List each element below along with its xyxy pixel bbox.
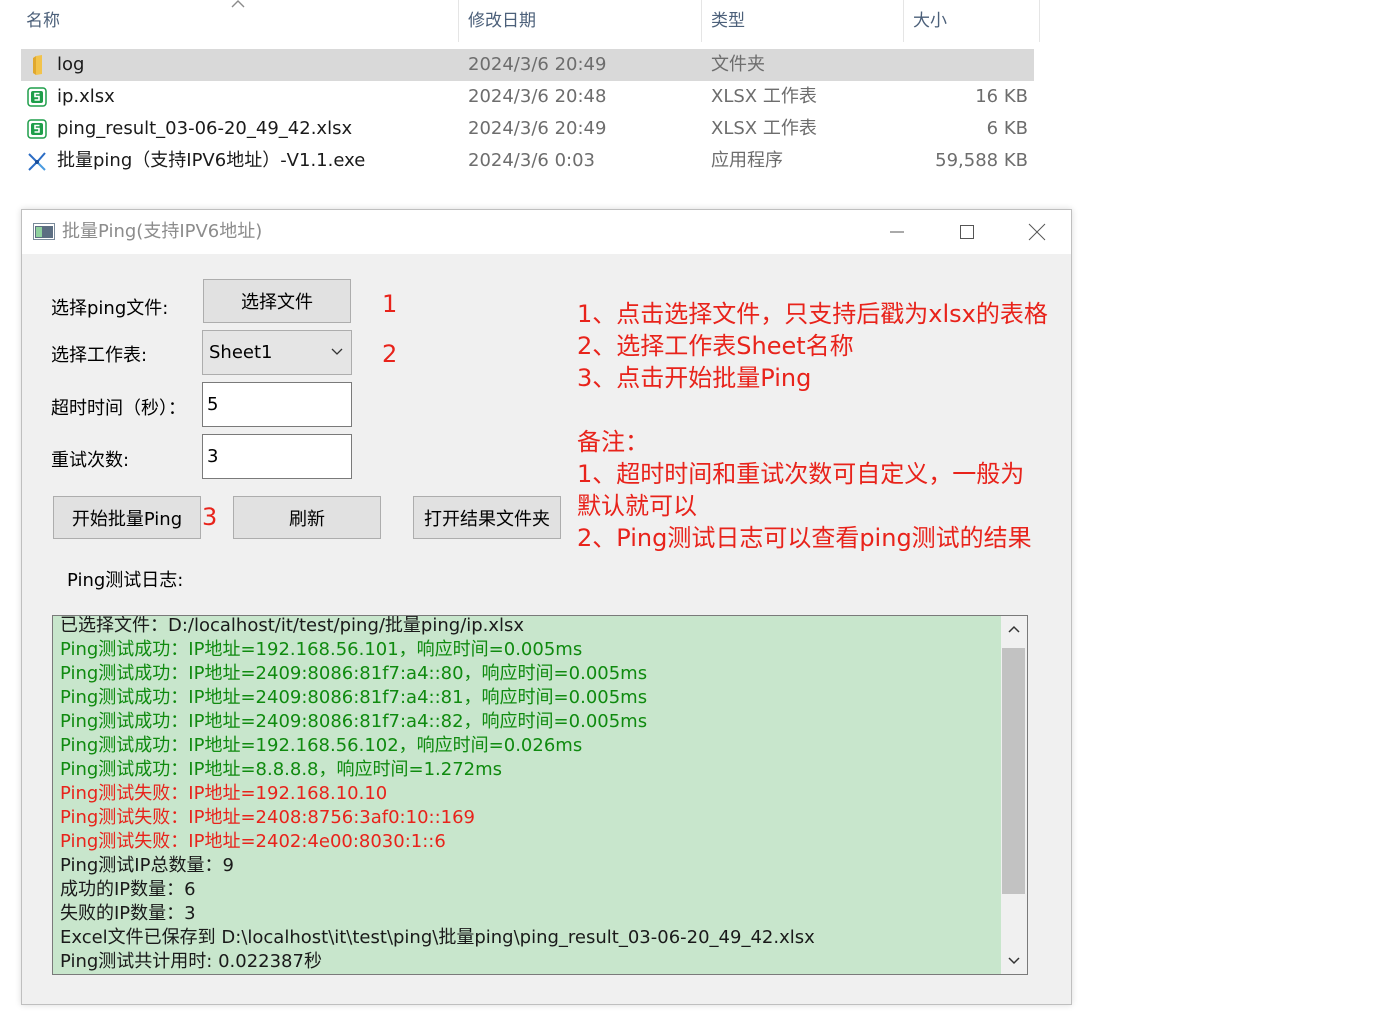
file-name: ip.xlsx xyxy=(57,86,115,107)
retry-input[interactable]: 3 xyxy=(202,434,352,479)
chevron-down-icon xyxy=(331,348,343,355)
column-header-date[interactable]: 修改日期 xyxy=(462,0,700,42)
column-divider[interactable] xyxy=(701,0,702,42)
file-row-log[interactable]: log 2024/3/6 20:49 文件夹 xyxy=(21,49,1034,81)
select-file-button[interactable]: 选择文件 xyxy=(203,279,351,323)
column-divider[interactable] xyxy=(903,0,904,42)
ping-log-lines: 已选择文件：D:/localhost/it/test/ping/批量ping/i… xyxy=(60,615,990,974)
log-line: 失败的IP数量：3 xyxy=(60,903,196,924)
log-line: Ping测试共计用时: 0.022387秒 xyxy=(60,951,322,972)
chevron-up-icon xyxy=(1008,625,1020,633)
close-icon xyxy=(1028,223,1046,241)
log-line: Ping测试失败：IP地址=192.168.10.10 xyxy=(60,783,388,804)
maximize-icon xyxy=(960,225,974,239)
scroll-down-button[interactable] xyxy=(1001,948,1027,974)
log-line: Ping测试失败：IP地址=2402:4e00:8030:1::6 xyxy=(60,831,446,852)
spreadsheet-icon xyxy=(27,87,47,107)
folder-icon xyxy=(33,55,42,75)
spreadsheet-icon xyxy=(27,119,47,139)
timeout-label: 超时时间（秒）： xyxy=(51,398,186,419)
sheet-select-value: Sheet1 xyxy=(209,342,273,363)
log-line: Ping测试成功：IP地址=2409:8086:81f7:a4::80，响应时间… xyxy=(60,663,648,684)
timeout-input[interactable]: 5 xyxy=(202,382,352,427)
file-explorer: 名称 修改日期 类型 大小 log 2024/3/6 20:49 文件夹 ip.… xyxy=(0,0,1040,180)
exe-icon xyxy=(28,152,46,171)
note-line: 3、点击开始批量Ping xyxy=(577,364,812,392)
retry-value: 3 xyxy=(207,446,219,467)
file-date: 2024/3/6 20:49 xyxy=(468,118,607,139)
column-divider[interactable] xyxy=(1039,0,1040,42)
window-title: 批量Ping(支持IPV6地址) xyxy=(62,221,263,242)
file-size: 16 KB xyxy=(975,86,1028,107)
ping-log-label: Ping测试日志: xyxy=(67,570,184,591)
file-date: 2024/3/6 20:49 xyxy=(468,54,607,75)
log-line: Excel文件已保存到 D:\localhost\it\test\ping\批量… xyxy=(60,927,815,948)
log-line: 成功的IP数量：6 xyxy=(60,879,196,900)
start-batch-ping-button[interactable]: 开始批量Ping xyxy=(53,496,201,539)
column-header-type[interactable]: 类型 xyxy=(705,0,902,42)
scroll-up-button[interactable] xyxy=(1001,616,1027,642)
log-scrollbar[interactable] xyxy=(1001,616,1027,974)
close-button[interactable] xyxy=(1002,210,1072,254)
file-row-ping-result[interactable]: ping_result_03-06-20_49_42.xlsx 2024/3/6… xyxy=(21,113,1034,145)
file-type: XLSX 工作表 xyxy=(711,86,817,107)
note-line: 备注： xyxy=(577,428,649,456)
ping-log-textarea[interactable]: 已选择文件：D:/localhost/it/test/ping/批量ping/i… xyxy=(52,615,1028,975)
log-line: Ping测试成功：IP地址=192.168.56.101，响应时间=0.005m… xyxy=(60,639,583,660)
file-type: 文件夹 xyxy=(711,54,765,75)
log-line: Ping测试成功：IP地址=192.168.56.102，响应时间=0.026m… xyxy=(60,735,583,756)
file-type: XLSX 工作表 xyxy=(711,118,817,139)
log-line: Ping测试成功：IP地址=8.8.8.8，响应时间=1.272ms xyxy=(60,759,503,780)
step-number: 2 xyxy=(382,340,398,368)
retry-label: 重试次数: xyxy=(51,450,130,471)
file-size: 6 KB xyxy=(986,118,1028,139)
select-file-label: 选择ping文件: xyxy=(51,298,169,319)
column-header-name[interactable]: 名称 xyxy=(20,0,457,42)
select-sheet-label: 选择工作表: xyxy=(51,345,148,366)
maximize-button[interactable] xyxy=(932,210,1002,254)
minimize-button[interactable] xyxy=(862,210,932,254)
batch-ping-window: 批量Ping(支持IPV6地址) 选择ping文件: 选择文件 1 选择工作表:… xyxy=(21,209,1072,1005)
timeout-value: 5 xyxy=(207,394,219,415)
log-line: Ping测试IP总数量：9 xyxy=(60,855,234,876)
sheet-select[interactable]: Sheet1 xyxy=(202,330,352,375)
open-result-folder-button[interactable]: 打开结果文件夹 xyxy=(413,496,561,539)
file-name: log xyxy=(57,54,85,75)
step-number: 1 xyxy=(382,290,398,318)
file-date: 2024/3/6 0:03 xyxy=(468,150,595,171)
file-name: ping_result_03-06-20_49_42.xlsx xyxy=(57,118,353,139)
file-size: 59,588 KB xyxy=(935,150,1028,171)
note-line: 默认就可以 xyxy=(577,492,697,520)
log-line: Ping测试成功：IP地址=2409:8086:81f7:a4::81，响应时间… xyxy=(60,687,648,708)
title-bar[interactable]: 批量Ping(支持IPV6地址) xyxy=(22,210,1071,254)
note-line: 2、Ping测试日志可以查看ping测试的结果 xyxy=(577,524,1032,552)
file-type: 应用程序 xyxy=(711,150,783,171)
column-header-size[interactable]: 大小 xyxy=(907,0,1037,42)
file-name: 批量ping（支持IPV6地址）-V1.1.exe xyxy=(57,150,366,171)
app-window-icon xyxy=(33,223,55,240)
file-row-exe[interactable]: 批量ping（支持IPV6地址）-V1.1.exe 2024/3/6 0:03 … xyxy=(21,145,1034,177)
note-line: 1、点击选择文件，只支持后戳为xlsx的表格 xyxy=(577,300,1048,328)
note-spacer xyxy=(577,394,1057,426)
column-divider[interactable] xyxy=(458,0,459,42)
step-number: 3 xyxy=(202,503,218,531)
note-line: 2、选择工作表Sheet名称 xyxy=(577,332,854,360)
note-line: 1、超时时间和重试次数可自定义，一般为 xyxy=(577,460,1025,488)
log-line: 已选择文件：D:/localhost/it/test/ping/批量ping/i… xyxy=(60,615,525,636)
instructions-note: 1、点击选择文件，只支持后戳为xlsx的表格 2、选择工作表Sheet名称 3、… xyxy=(577,298,1057,554)
minimize-icon xyxy=(890,231,904,233)
file-row-ip-xlsx[interactable]: ip.xlsx 2024/3/6 20:48 XLSX 工作表 16 KB xyxy=(21,81,1034,113)
log-line: Ping测试失败：IP地址=2408:8756:3af0:10::169 xyxy=(60,807,476,828)
scroll-thumb[interactable] xyxy=(1002,648,1025,894)
chevron-down-icon xyxy=(1008,957,1020,965)
refresh-button[interactable]: 刷新 xyxy=(233,496,381,539)
file-date: 2024/3/6 20:48 xyxy=(468,86,607,107)
log-line: Ping测试成功：IP地址=2409:8086:81f7:a4::82，响应时间… xyxy=(60,711,648,732)
